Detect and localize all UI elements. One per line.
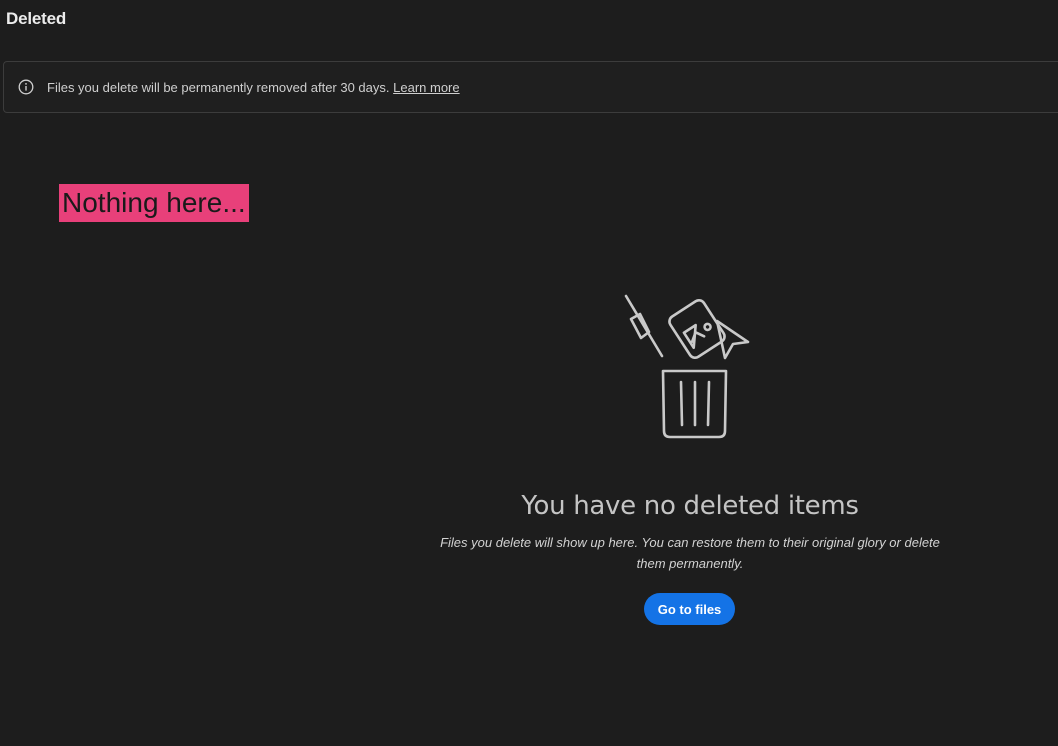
empty-state-title: You have no deleted items <box>521 491 859 521</box>
learn-more-link[interactable]: Learn more <box>393 80 459 95</box>
nothing-here-annotation: Nothing here... <box>59 184 249 222</box>
info-banner: Files you delete will be permanently rem… <box>3 61 1058 113</box>
banner-message: Files you delete will be permanently rem… <box>47 80 390 95</box>
banner-text: Files you delete will be permanently rem… <box>47 80 460 95</box>
page-title: Deleted <box>6 9 67 28</box>
trash-can-with-files-icon <box>610 285 760 445</box>
go-to-files-button[interactable]: Go to files <box>644 593 735 625</box>
empty-state-description: Files you delete will show up here. You … <box>440 535 940 571</box>
info-icon <box>18 79 34 95</box>
